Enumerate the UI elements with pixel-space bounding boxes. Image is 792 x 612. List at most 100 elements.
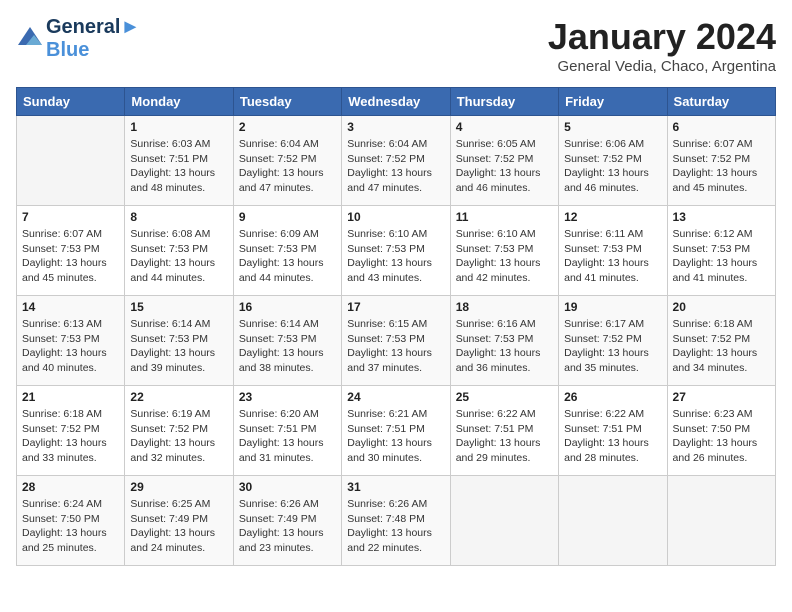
day-info: Sunrise: 6:19 AM Sunset: 7:52 PM Dayligh… (130, 407, 227, 466)
calendar-cell: 12 Sunrise: 6:11 AM Sunset: 7:53 PM Dayli… (559, 206, 667, 296)
day-number: 5 (564, 120, 661, 134)
day-number: 10 (347, 210, 444, 224)
day-info: Sunrise: 6:18 AM Sunset: 7:52 PM Dayligh… (22, 407, 119, 466)
day-number: 16 (239, 300, 336, 314)
calendar-cell (667, 476, 775, 566)
calendar-table: SundayMondayTuesdayWednesdayThursdayFrid… (16, 87, 776, 566)
day-info: Sunrise: 6:10 AM Sunset: 7:53 PM Dayligh… (347, 227, 444, 286)
calendar-cell: 30 Sunrise: 6:26 AM Sunset: 7:49 PM Dayli… (233, 476, 341, 566)
weekday-header-thursday: Thursday (450, 88, 558, 116)
calendar-cell (559, 476, 667, 566)
calendar-cell: 5 Sunrise: 6:06 AM Sunset: 7:52 PM Daylig… (559, 116, 667, 206)
day-number: 13 (673, 210, 770, 224)
weekday-header-saturday: Saturday (667, 88, 775, 116)
day-info: Sunrise: 6:20 AM Sunset: 7:51 PM Dayligh… (239, 407, 336, 466)
weekday-header-sunday: Sunday (17, 88, 125, 116)
day-number: 31 (347, 480, 444, 494)
calendar-cell: 7 Sunrise: 6:07 AM Sunset: 7:53 PM Daylig… (17, 206, 125, 296)
logo: General► Blue (16, 16, 140, 62)
day-info: Sunrise: 6:11 AM Sunset: 7:53 PM Dayligh… (564, 227, 661, 286)
day-number: 20 (673, 300, 770, 314)
day-info: Sunrise: 6:23 AM Sunset: 7:50 PM Dayligh… (673, 407, 770, 466)
weekday-header-tuesday: Tuesday (233, 88, 341, 116)
day-number: 19 (564, 300, 661, 314)
calendar-week-2: 7 Sunrise: 6:07 AM Sunset: 7:53 PM Daylig… (17, 206, 776, 296)
calendar-cell: 16 Sunrise: 6:14 AM Sunset: 7:53 PM Dayli… (233, 296, 341, 386)
day-info: Sunrise: 6:12 AM Sunset: 7:53 PM Dayligh… (673, 227, 770, 286)
page-header: General► Blue January 2024 General Vedia… (16, 16, 776, 75)
day-info: Sunrise: 6:17 AM Sunset: 7:52 PM Dayligh… (564, 317, 661, 376)
day-number: 8 (130, 210, 227, 224)
calendar-cell: 4 Sunrise: 6:05 AM Sunset: 7:52 PM Daylig… (450, 116, 558, 206)
day-info: Sunrise: 6:03 AM Sunset: 7:51 PM Dayligh… (130, 137, 227, 196)
calendar-cell: 2 Sunrise: 6:04 AM Sunset: 7:52 PM Daylig… (233, 116, 341, 206)
day-number: 26 (564, 390, 661, 404)
calendar-cell: 20 Sunrise: 6:18 AM Sunset: 7:52 PM Dayli… (667, 296, 775, 386)
day-info: Sunrise: 6:04 AM Sunset: 7:52 PM Dayligh… (347, 137, 444, 196)
calendar-cell: 15 Sunrise: 6:14 AM Sunset: 7:53 PM Dayli… (125, 296, 233, 386)
calendar-cell: 21 Sunrise: 6:18 AM Sunset: 7:52 PM Dayli… (17, 386, 125, 476)
weekday-header-monday: Monday (125, 88, 233, 116)
calendar-cell: 25 Sunrise: 6:22 AM Sunset: 7:51 PM Dayli… (450, 386, 558, 476)
calendar-cell: 14Sunrise: 6:13 AM Sunset: 7:53 PM Dayli… (17, 296, 125, 386)
calendar-week-4: 21 Sunrise: 6:18 AM Sunset: 7:52 PM Dayli… (17, 386, 776, 476)
day-number: 7 (22, 210, 119, 224)
calendar-cell (450, 476, 558, 566)
day-number: 4 (456, 120, 553, 134)
calendar-cell: 18Sunrise: 6:16 AM Sunset: 7:53 PM Dayli… (450, 296, 558, 386)
day-number: 9 (239, 210, 336, 224)
day-info: Sunrise: 6:26 AM Sunset: 7:49 PM Dayligh… (239, 497, 336, 556)
day-info: Sunrise: 6:22 AM Sunset: 7:51 PM Dayligh… (456, 407, 553, 466)
calendar-cell: 13 Sunrise: 6:12 AM Sunset: 7:53 PM Dayli… (667, 206, 775, 296)
day-info: Sunrise: 6:14 AM Sunset: 7:53 PM Dayligh… (130, 317, 227, 376)
day-info: Sunrise: 6:22 AM Sunset: 7:51 PM Dayligh… (564, 407, 661, 466)
day-info: Sunrise: 6:13 AM Sunset: 7:53 PM Dayligh… (22, 317, 119, 376)
calendar-cell: 28Sunrise: 6:24 AM Sunset: 7:50 PM Dayli… (17, 476, 125, 566)
day-number: 2 (239, 120, 336, 134)
day-number: 21 (22, 390, 119, 404)
day-number: 6 (673, 120, 770, 134)
day-info: Sunrise: 6:26 AM Sunset: 7:48 PM Dayligh… (347, 497, 444, 556)
calendar-cell: 23 Sunrise: 6:20 AM Sunset: 7:51 PM Dayli… (233, 386, 341, 476)
day-number: 1 (130, 120, 227, 134)
day-number: 23 (239, 390, 336, 404)
calendar-cell: 6 Sunrise: 6:07 AM Sunset: 7:52 PM Daylig… (667, 116, 775, 206)
weekday-header-friday: Friday (559, 88, 667, 116)
calendar-cell: 31 Sunrise: 6:26 AM Sunset: 7:48 PM Dayli… (342, 476, 450, 566)
calendar-cell: 24Sunrise: 6:21 AM Sunset: 7:51 PM Dayli… (342, 386, 450, 476)
calendar-cell: 26 Sunrise: 6:22 AM Sunset: 7:51 PM Dayli… (559, 386, 667, 476)
day-number: 28 (22, 480, 119, 494)
weekday-header-row: SundayMondayTuesdayWednesdayThursdayFrid… (17, 88, 776, 116)
calendar-week-1: 1 Sunrise: 6:03 AM Sunset: 7:51 PM Daylig… (17, 116, 776, 206)
day-info: Sunrise: 6:07 AM Sunset: 7:52 PM Dayligh… (673, 137, 770, 196)
day-number: 25 (456, 390, 553, 404)
calendar-cell (17, 116, 125, 206)
day-info: Sunrise: 6:05 AM Sunset: 7:52 PM Dayligh… (456, 137, 553, 196)
day-info: Sunrise: 6:06 AM Sunset: 7:52 PM Dayligh… (564, 137, 661, 196)
calendar-cell: 22 Sunrise: 6:19 AM Sunset: 7:52 PM Dayli… (125, 386, 233, 476)
calendar-week-5: 28Sunrise: 6:24 AM Sunset: 7:50 PM Dayli… (17, 476, 776, 566)
day-number: 12 (564, 210, 661, 224)
calendar-cell: 3Sunrise: 6:04 AM Sunset: 7:52 PM Daylig… (342, 116, 450, 206)
day-number: 30 (239, 480, 336, 494)
calendar-cell: 27 Sunrise: 6:23 AM Sunset: 7:50 PM Dayli… (667, 386, 775, 476)
month-title: January 2024 (548, 16, 776, 58)
day-number: 29 (130, 480, 227, 494)
calendar-cell: 1 Sunrise: 6:03 AM Sunset: 7:51 PM Daylig… (125, 116, 233, 206)
logo-text: General► Blue (46, 16, 140, 62)
day-number: 22 (130, 390, 227, 404)
day-info: Sunrise: 6:07 AM Sunset: 7:53 PM Dayligh… (22, 227, 119, 286)
day-number: 15 (130, 300, 227, 314)
day-info: Sunrise: 6:14 AM Sunset: 7:53 PM Dayligh… (239, 317, 336, 376)
weekday-header-wednesday: Wednesday (342, 88, 450, 116)
day-info: Sunrise: 6:08 AM Sunset: 7:53 PM Dayligh… (130, 227, 227, 286)
day-number: 11 (456, 210, 553, 224)
day-info: Sunrise: 6:09 AM Sunset: 7:53 PM Dayligh… (239, 227, 336, 286)
calendar-week-3: 14Sunrise: 6:13 AM Sunset: 7:53 PM Dayli… (17, 296, 776, 386)
day-info: Sunrise: 6:10 AM Sunset: 7:53 PM Dayligh… (456, 227, 553, 286)
day-info: Sunrise: 6:25 AM Sunset: 7:49 PM Dayligh… (130, 497, 227, 556)
title-block: January 2024 General Vedia, Chaco, Argen… (548, 16, 776, 75)
day-info: Sunrise: 6:04 AM Sunset: 7:52 PM Dayligh… (239, 137, 336, 196)
day-info: Sunrise: 6:18 AM Sunset: 7:52 PM Dayligh… (673, 317, 770, 376)
day-number: 27 (673, 390, 770, 404)
